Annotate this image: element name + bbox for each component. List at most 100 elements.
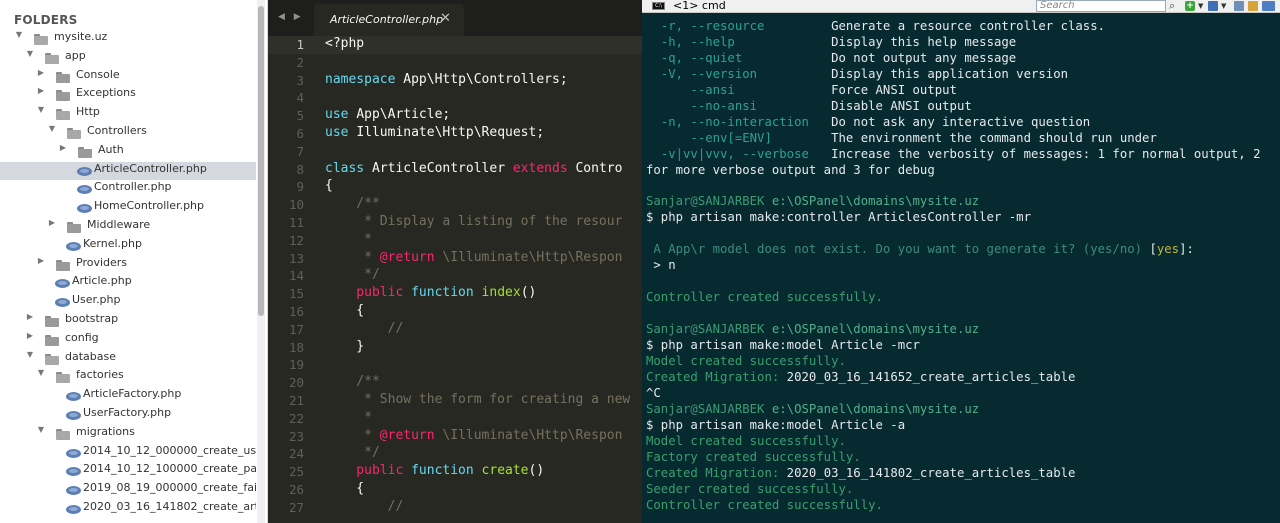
window-icon[interactable] (1234, 1, 1244, 11)
tree-file[interactable]: UserFactory.php (0, 406, 256, 425)
php-file-icon (77, 204, 92, 214)
tree-file[interactable]: 2014_10_12_000000_create_users_ta (0, 444, 256, 463)
terminal-line: -h, --help Display this help message (646, 34, 1016, 50)
chevron-right-icon[interactable]: ▶ (36, 86, 46, 95)
chevron-down-icon[interactable]: ▼ (25, 49, 35, 58)
code-token: App\Http\Controllers; (403, 71, 568, 87)
chevron-right-icon[interactable]: ▶ (36, 256, 46, 265)
tab-nav-arrows-icon[interactable]: ◀ ▶ (278, 12, 304, 22)
tree-file[interactable]: User.php (0, 293, 256, 312)
chevron-right-icon[interactable]: ▶ (25, 312, 35, 321)
tree-file[interactable]: 2014_10_12_100000_create_passwo (0, 462, 256, 481)
php-file-icon (66, 504, 81, 514)
chevron-right-icon[interactable]: ▶ (36, 68, 46, 77)
code-token: create (481, 463, 529, 479)
tree-file[interactable]: Controller.php (0, 180, 256, 199)
tree-file[interactable]: 2019_08_19_000000_create_failed_jo (0, 481, 256, 500)
code-token: { (325, 303, 365, 318)
chevron-down-icon[interactable]: ▼ (25, 350, 35, 359)
code-token: * (325, 231, 372, 247)
terminal-tab-title[interactable]: <1> cmd (673, 0, 726, 12)
tree-folder[interactable]: ▼ Controllers (0, 124, 256, 143)
code-token: * (325, 249, 380, 265)
tree-folder[interactable]: ▶ Auth (0, 143, 256, 162)
chevron-down-icon[interactable]: ▼ (1221, 0, 1226, 12)
tree-folder[interactable]: ▼ migrations (0, 425, 256, 444)
chevron-down-icon[interactable]: ▼ (1198, 0, 1203, 12)
line-number: 14 (288, 268, 304, 284)
code-line: * (325, 232, 372, 247)
terminal-text: --ansi (646, 82, 832, 97)
chevron-down-icon[interactable]: ▼ (36, 425, 46, 434)
code-editor: ◀ ▶ ArticleController.php ✕ 1 2 3 4 5 6 7 8 9 10 1… (268, 0, 642, 523)
chevron-right-icon[interactable]: ▶ (47, 218, 57, 227)
chevron-right-icon[interactable]: ▶ (25, 331, 35, 340)
terminal-line: Factory created successfully. (646, 449, 861, 465)
chevron-right-icon[interactable]: ▶ (58, 143, 68, 152)
tree-file[interactable]: Kernel.php (0, 237, 256, 256)
tree-folder[interactable]: ▼ mysite.uz (0, 30, 256, 49)
tree-file[interactable]: ArticleFactory.php (0, 387, 256, 406)
line-number: 23 (288, 428, 304, 444)
tree-item-label: Middleware (87, 217, 151, 231)
tree-folder[interactable]: ▼ app (0, 49, 256, 68)
terminal-text: A App\r model does not exist. Do you wan… (646, 242, 1150, 257)
terminal-line: Sanjar@SANJARBEK e:\OSPanel\domains\mysi… (646, 401, 979, 417)
terminal-text: 2020_03_16_141652_create_articles_table (786, 369, 1076, 384)
chevron-down-icon[interactable]: ▼ (36, 368, 46, 377)
terminal-window[interactable]: C:\ <1> cmd Search ⌕ + ▼ ▼ -r, --resourc… (642, 0, 1280, 523)
tab-article-controller[interactable]: ArticleController.php ✕ (314, 4, 464, 36)
new-console-button[interactable]: + (1185, 1, 1195, 11)
tree-file[interactable]: HomeController.php (0, 199, 256, 218)
layout-icon[interactable] (1208, 1, 1218, 11)
search-icon[interactable]: ⌕ (1169, 0, 1175, 13)
tree-item-label: Article.php (72, 274, 132, 288)
code-token: @return (379, 427, 435, 443)
code-line: * @return \Illuminate\Http\Respon (325, 250, 622, 265)
chevron-down-icon[interactable]: ▼ (47, 124, 57, 133)
terminal-text: Disable ANSI output (831, 98, 972, 113)
terminal-text: Sanjar@SANJARBEK (646, 194, 772, 209)
tree-file[interactable]: Article.php (0, 274, 256, 293)
sidebar-scrollbar-thumb[interactable] (258, 6, 264, 316)
search-input[interactable]: Search (1036, 0, 1166, 12)
line-number: 18 (288, 339, 304, 355)
tree-folder[interactable]: ▶ Console (0, 68, 256, 87)
tree-file[interactable]: 2020_03_16_141802_create_articles_ (0, 500, 256, 519)
tree-folder[interactable]: ▼ factories (0, 368, 256, 387)
tree-item-label: mysite.uz (54, 30, 108, 43)
terminal-line: -q, --quiet Do not output any message (646, 50, 1016, 66)
tree-folder[interactable]: ▶ bootstrap (0, 312, 256, 331)
tree-folder[interactable]: ▼ database (0, 350, 256, 369)
tree-item-label: 2020_03_16_141802_create_articles_ (83, 499, 256, 513)
line-number: 19 (288, 357, 304, 373)
sidebar-scrollbar[interactable] (257, 0, 265, 523)
tree-folder[interactable]: ▶ Exceptions (0, 86, 256, 105)
tree-folder[interactable]: ▼ Http (0, 105, 256, 124)
tree-file[interactable]: ArticleController.php (0, 161, 256, 181)
code-line: public function index() (325, 285, 536, 300)
tree-item-label: 2014_10_12_000000_create_users_ta (83, 443, 256, 457)
line-number: 10 (288, 197, 304, 213)
close-icon[interactable]: ✕ (440, 11, 451, 26)
terminal-line: ^C (646, 385, 661, 401)
code-line: <?php (325, 36, 364, 51)
terminal-text: -r, --resource (646, 19, 832, 33)
code-token: * (325, 409, 372, 425)
tree-folder[interactable]: ▶ config (0, 331, 256, 350)
terminal-line: Seeder created successfully. (646, 481, 853, 497)
folder-icon (45, 353, 60, 366)
lock-icon[interactable] (1248, 1, 1258, 11)
tree-folder[interactable]: ▶ Providers (0, 256, 256, 275)
chevron-down-icon[interactable]: ▼ (36, 105, 46, 114)
code-token: \Illuminate\Http\Respon (434, 427, 623, 443)
chevron-down-icon[interactable]: ▼ (14, 30, 24, 39)
terminal-text: ]: (1179, 242, 1194, 257)
tree-item-label: 2014_10_12_100000_create_passwo (83, 462, 256, 476)
terminal-text: Sanjar@SANJARBEK (646, 401, 772, 416)
tree-folder[interactable]: ▶ Middleware (0, 218, 256, 237)
menu-icon[interactable] (1262, 1, 1275, 11)
terminal-line: Controller created successfully. (646, 289, 883, 305)
terminal-toolbar: C:\ <1> cmd Search ⌕ + ▼ ▼ (642, 0, 1280, 13)
code-area[interactable]: <?php namespace App\Http\Controllers; use … (325, 36, 642, 523)
